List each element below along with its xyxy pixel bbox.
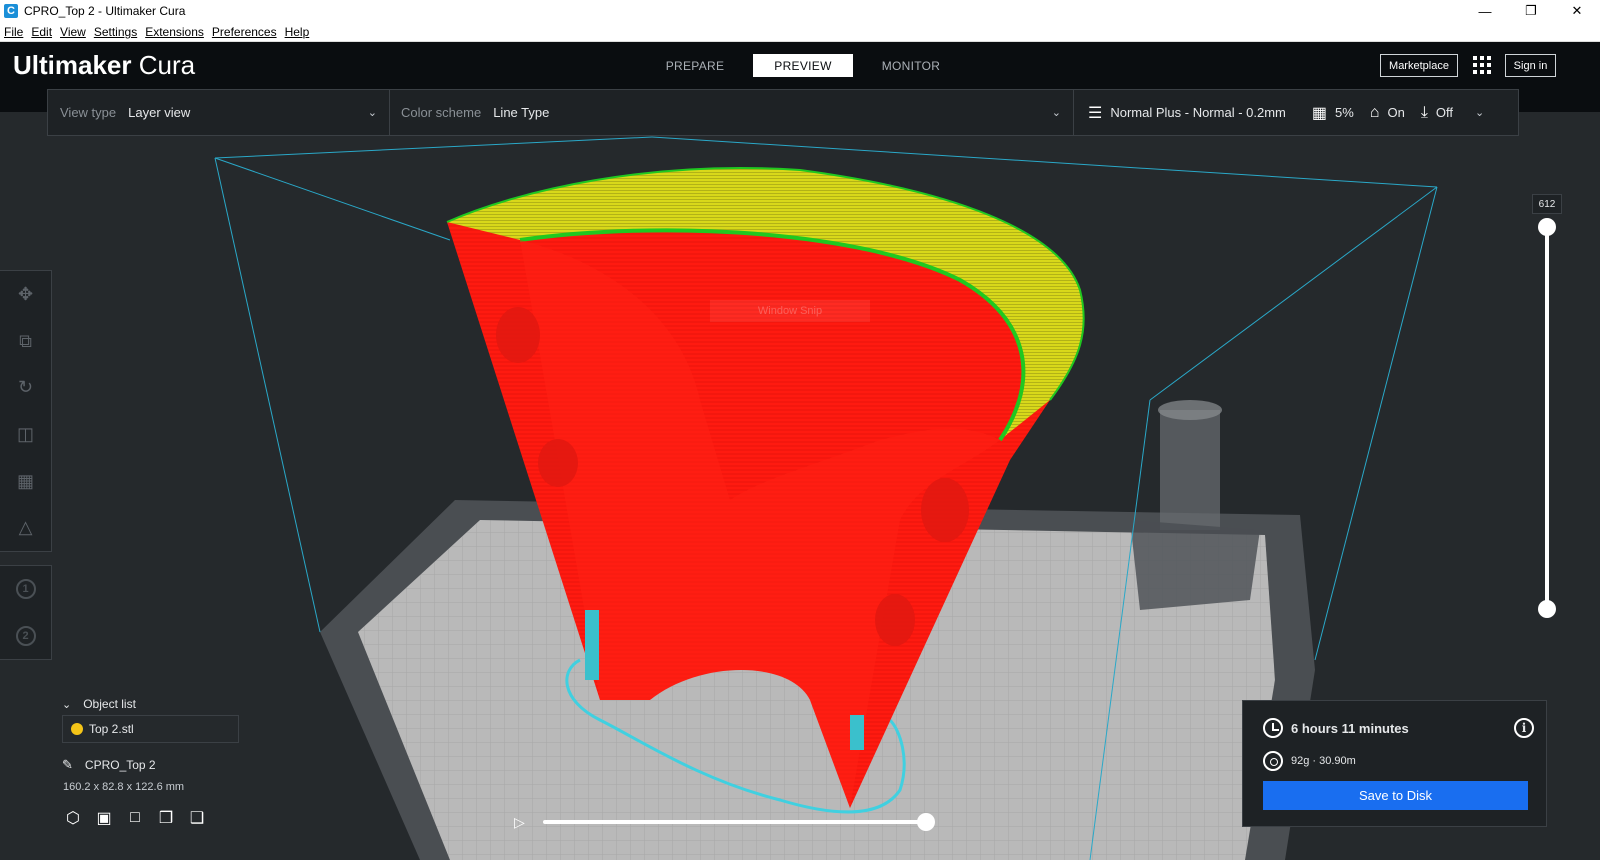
print-information-panel: 6 hours 11 minutes i 92g · 30.90m Save t… [1242, 700, 1547, 827]
per-model-settings-icon[interactable]: ▦ [0, 458, 52, 505]
sign-in-button[interactable]: Sign in [1505, 54, 1556, 77]
extruder-1-icon[interactable]: 1 [0, 566, 52, 613]
object-filename: Top 2.stl [89, 722, 134, 736]
brand-bold: Ultimaker [13, 50, 132, 80]
camera-view-buttons: ⬡ ▣ □ ❒ ❑ [63, 808, 207, 828]
material-row: 92g · 30.90m [1263, 751, 1356, 771]
menu-help[interactable]: Help [281, 25, 314, 39]
play-icon[interactable]: ▷ [514, 814, 530, 830]
minimize-button[interactable]: — [1462, 0, 1508, 22]
chevron-down-icon: ⌄ [1475, 107, 1485, 119]
support-icon: ⌂ [1369, 103, 1380, 121]
window-snip-overlay: Window Snip [710, 300, 870, 322]
profile-name: Normal Plus - Normal - 0.2mm [1110, 105, 1286, 120]
pencil-icon: ✎ [62, 757, 73, 772]
stage-tabs: PREPARE PREVIEW MONITOR [645, 54, 969, 77]
cura-app-icon: C [4, 4, 18, 18]
extruder-color-dot [71, 723, 83, 735]
maximize-button[interactable]: ❐ [1508, 0, 1554, 22]
list-item[interactable]: Top 2.stl [62, 715, 239, 743]
project-name-row[interactable]: ✎ CPRO_Top 2 [62, 757, 156, 773]
marketplace-button[interactable]: Marketplace [1380, 54, 1458, 77]
layer-progress-track[interactable] [543, 820, 928, 824]
brand-light: Cura [138, 50, 196, 80]
ghost-cylinder [1160, 410, 1220, 530]
3d-view-icon[interactable]: ⬡ [63, 808, 83, 828]
infill-icon: ▦ [1311, 104, 1327, 122]
layer-slider-track[interactable] [1545, 226, 1549, 610]
color-scheme-value: Line Type [493, 105, 550, 120]
adhesion-icon: ⤓ [1420, 103, 1428, 121]
window-controls: — ❐ ✕ [1462, 0, 1600, 22]
print-time-row: 6 hours 11 minutes [1263, 718, 1409, 738]
menu-settings[interactable]: Settings [90, 25, 141, 39]
tab-prepare[interactable]: PREPARE [645, 54, 745, 77]
object-list: ⌄ Object list Top 2.stl [62, 697, 239, 743]
front-view-icon[interactable]: ▣ [94, 808, 114, 828]
model-dimensions: 160.2 x 82.8 x 122.6 mm [63, 781, 185, 793]
menu-view[interactable]: View [56, 25, 90, 39]
close-button[interactable]: ✕ [1554, 0, 1600, 22]
support-value: On [1387, 105, 1405, 120]
sliders-icon: ☰ [1088, 104, 1103, 122]
tab-monitor[interactable]: MONITOR [861, 54, 961, 77]
extruder-2-icon[interactable]: 2 [0, 613, 52, 660]
adhesion-value: Off [1435, 105, 1453, 120]
menu-bar: File Edit View Settings Extensions Prefe… [0, 22, 1600, 42]
view-type-value: Layer view [128, 105, 191, 120]
view-type-label: View type [60, 105, 117, 120]
clock-icon [1263, 718, 1283, 738]
object-list-header[interactable]: ⌄ Object list [62, 697, 239, 711]
project-name: CPRO_Top 2 [84, 758, 156, 772]
support-structure-right [850, 715, 864, 750]
color-scheme-dropdown[interactable]: Color scheme Line Type ⌄ [390, 90, 1074, 135]
spool-icon [1263, 751, 1283, 771]
info-icon[interactable]: i [1514, 718, 1534, 738]
view-settings-bar: View type Layer view ⌄ Color scheme Line… [47, 89, 1519, 136]
top-view-icon[interactable]: □ [125, 808, 145, 828]
brand-logo: Ultimaker Cura [13, 50, 195, 81]
layer-number-input[interactable]: 612 [1532, 194, 1562, 214]
transform-toolbar: ✥ ⧉ ↻ ◫ ▦ △ [0, 270, 52, 552]
right-view-icon[interactable]: ❑ [187, 808, 207, 828]
move-tool-icon[interactable]: ✥ [0, 271, 52, 318]
layer-progress-handle[interactable] [917, 813, 935, 831]
object-list-title: Object list [83, 697, 136, 711]
support-blocker-icon[interactable]: △ [0, 504, 52, 551]
view-type-dropdown[interactable]: View type Layer view ⌄ [48, 90, 390, 135]
infill-value: 5% [1335, 105, 1354, 120]
chevron-down-icon: ⌄ [367, 107, 377, 119]
menu-edit[interactable]: Edit [27, 25, 56, 39]
chevron-down-icon: ⌄ [1051, 107, 1061, 119]
save-to-disk-button[interactable]: Save to Disk [1263, 781, 1528, 810]
scale-tool-icon[interactable]: ⧉ [0, 318, 52, 365]
mirror-tool-icon[interactable]: ◫ [0, 411, 52, 458]
tab-preview[interactable]: PREVIEW [753, 54, 853, 77]
apps-grid-icon[interactable] [1473, 56, 1491, 74]
color-scheme-label: Color scheme [401, 105, 482, 120]
menu-extensions[interactable]: Extensions [141, 25, 208, 39]
chevron-down-icon: ⌄ [62, 698, 72, 711]
layer-slider-lower-handle[interactable] [1538, 600, 1556, 618]
extruder-toolbar: 1 2 [0, 565, 52, 660]
print-settings-summary[interactable]: ☰ Normal Plus - Normal - 0.2mm ▦ 5% ⌂ On… [1074, 103, 1484, 123]
window-title: CPRO_Top 2 - Ultimaker Cura [24, 4, 186, 18]
material-usage: 92g · 30.90m [1291, 755, 1356, 767]
title-bar: C CPRO_Top 2 - Ultimaker Cura — ❐ ✕ [0, 0, 1600, 22]
support-structure-left [585, 610, 599, 680]
rotate-tool-icon[interactable]: ↻ [0, 364, 52, 411]
left-view-icon[interactable]: ❒ [156, 808, 176, 828]
menu-preferences[interactable]: Preferences [208, 25, 281, 39]
print-time: 6 hours 11 minutes [1291, 720, 1409, 736]
layer-slider-upper-handle[interactable] [1538, 218, 1556, 236]
menu-file[interactable]: File [0, 25, 27, 39]
